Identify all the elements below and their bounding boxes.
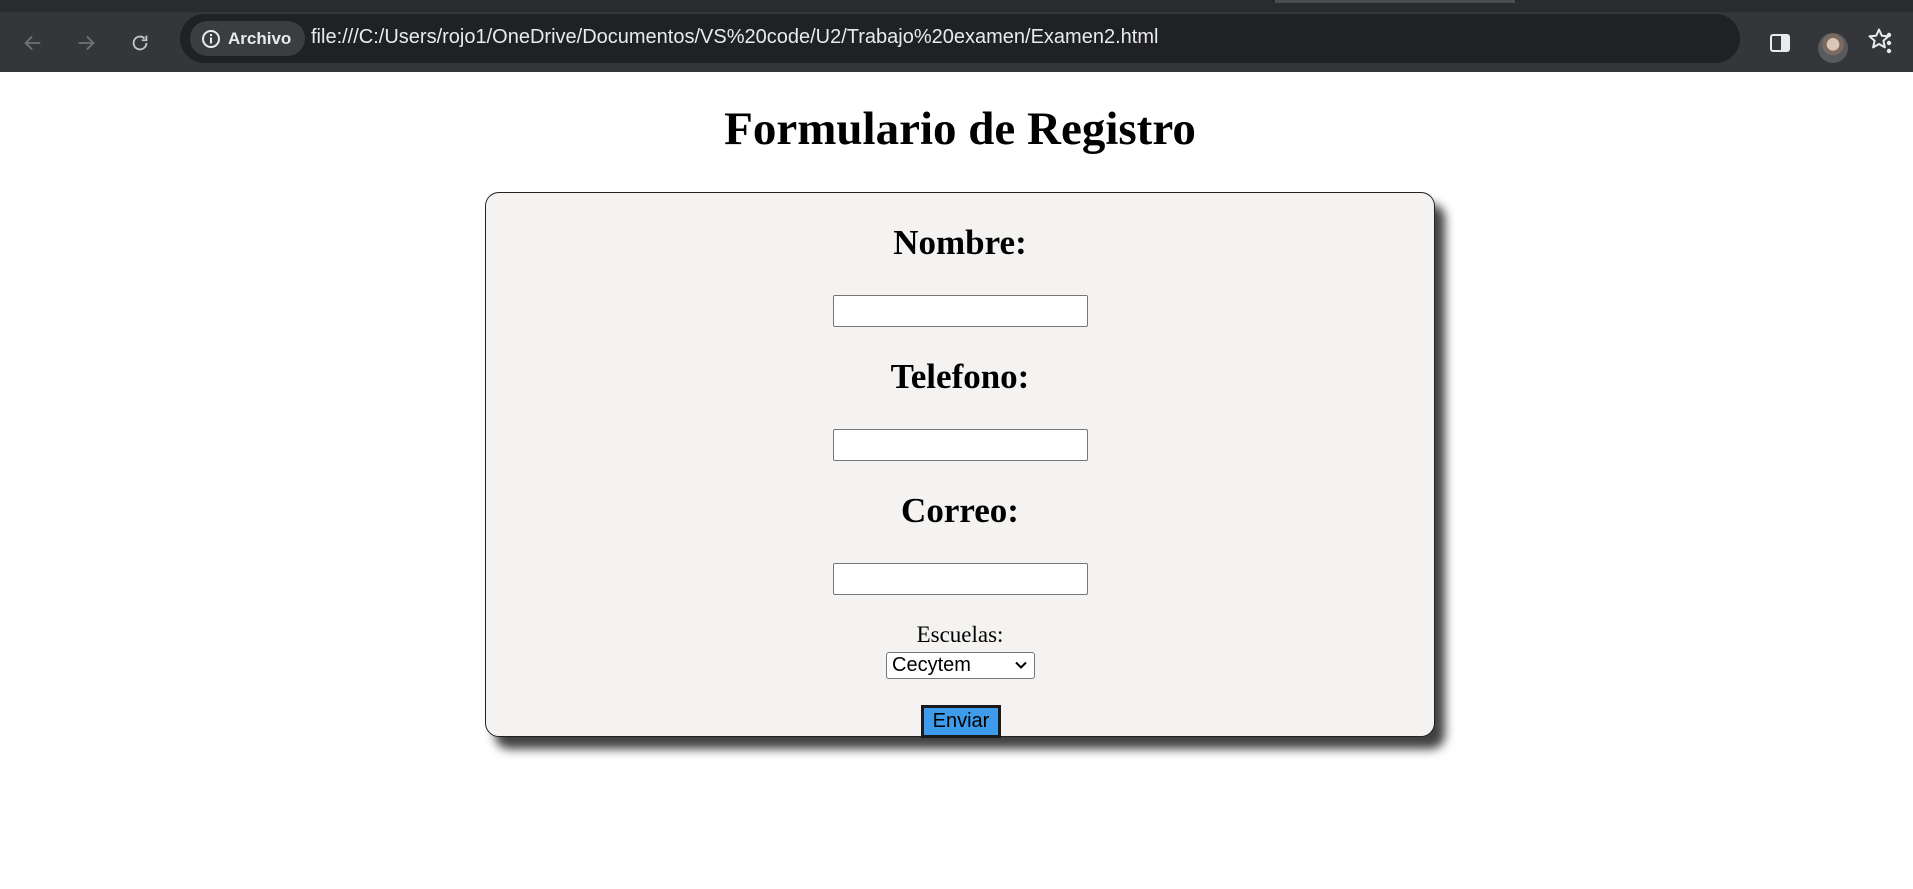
security-chip-label: Archivo bbox=[228, 28, 292, 48]
nombre-input[interactable] bbox=[833, 295, 1088, 327]
url-text[interactable]: file:///C:/Users/rojo1/OneDrive/Document… bbox=[311, 26, 1158, 49]
side-panel-icon bbox=[1770, 34, 1790, 52]
profile-avatar[interactable] bbox=[1818, 33, 1848, 63]
correo-label: Correo: bbox=[901, 491, 1019, 530]
arrow-left-icon bbox=[24, 35, 41, 51]
tab-strip-edge bbox=[1275, 0, 1515, 3]
reload-button[interactable] bbox=[123, 26, 157, 60]
escuelas-selected-value: Cecytem bbox=[892, 654, 971, 676]
more-vert-icon bbox=[1886, 32, 1892, 54]
chevron-down-icon bbox=[1015, 661, 1027, 669]
submit-button[interactable]: Enviar bbox=[921, 705, 1001, 738]
telefono-input[interactable] bbox=[833, 429, 1088, 461]
back-button[interactable] bbox=[16, 26, 50, 60]
escuelas-select[interactable]: Cecytem bbox=[886, 652, 1035, 679]
reload-icon bbox=[132, 35, 148, 51]
registration-form: Nombre: Telefono: Correo: Escuelas: Cecy… bbox=[485, 192, 1435, 738]
forward-button[interactable] bbox=[69, 26, 103, 60]
side-panel-button[interactable] bbox=[1763, 26, 1797, 60]
browser-menu-button[interactable] bbox=[1872, 26, 1906, 60]
nombre-label: Nombre: bbox=[893, 223, 1027, 262]
escuelas-label: Escuelas: bbox=[916, 622, 1004, 647]
correo-input[interactable] bbox=[833, 563, 1088, 595]
browser-toolbar: Archivo file:///C:/Users/rojo1/OneDrive/… bbox=[0, 0, 1913, 72]
info-icon bbox=[202, 29, 220, 48]
address-bar[interactable]: Archivo file:///C:/Users/rojo1/OneDrive/… bbox=[180, 14, 1890, 63]
page-title: Formulario de Registro bbox=[724, 103, 1196, 155]
telefono-label: Telefono: bbox=[890, 357, 1030, 396]
arrow-right-icon bbox=[78, 35, 95, 51]
site-info-chip[interactable]: Archivo bbox=[190, 21, 306, 56]
